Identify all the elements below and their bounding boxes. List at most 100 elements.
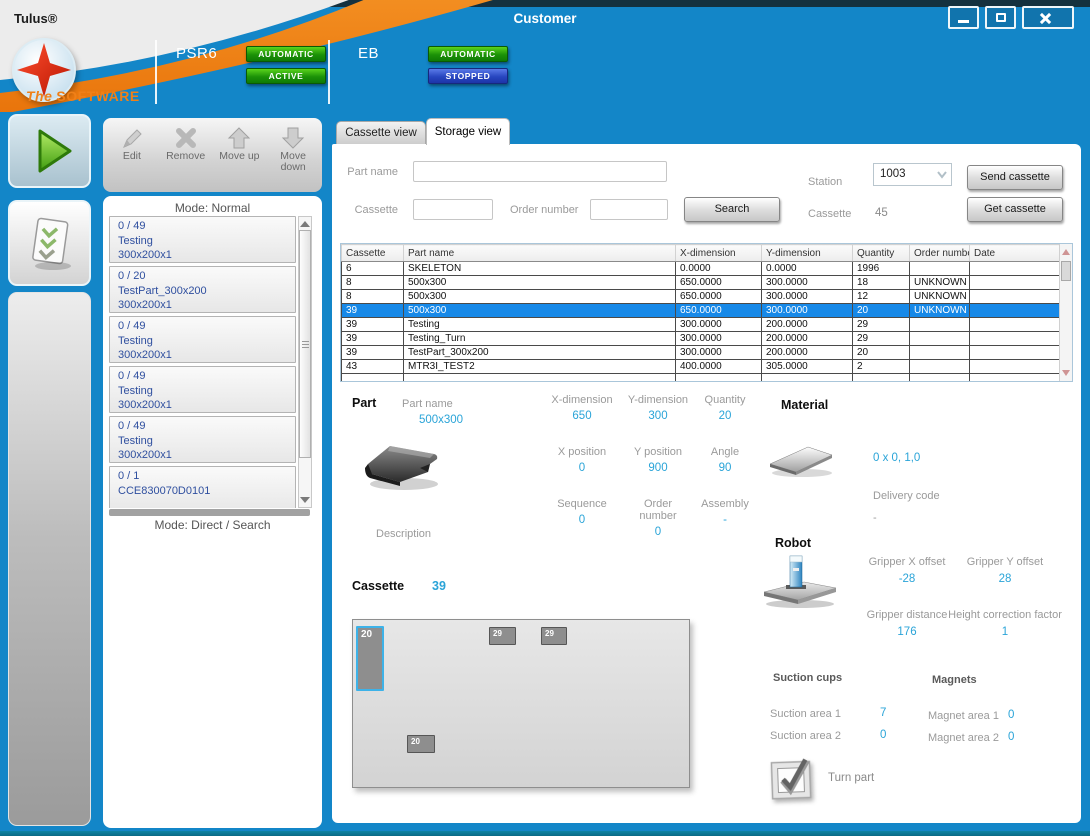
- side-panel-blank: [8, 292, 91, 826]
- parts-table: CassettePart nameX-dimensionY-dimensionQ…: [341, 244, 1061, 382]
- chevron-down-icon: [937, 171, 947, 179]
- list-item[interactable]: 0 / 49Testing300x200x1: [109, 416, 296, 463]
- scroll-up-icon[interactable]: [300, 221, 310, 227]
- job-list-icon: [23, 214, 77, 272]
- search-button[interactable]: Search: [684, 197, 780, 222]
- mode-direct-search-label: Mode: Direct / Search: [103, 518, 322, 532]
- column-header[interactable]: X-dimension: [676, 245, 762, 262]
- minimize-button[interactable]: [948, 6, 979, 29]
- part-field: Sequence0: [537, 498, 627, 534]
- part-section-title: Part: [352, 396, 376, 410]
- table-row[interactable]: 6SKELETON0.00000.00001996: [342, 262, 1061, 276]
- list-item[interactable]: 0 / 49Testing300x200x1: [109, 366, 296, 413]
- list-item[interactable]: 0 / 1CCE830070D0101: [109, 466, 296, 508]
- part-name-label: Part name: [332, 166, 398, 178]
- column-header[interactable]: Y-dimension: [762, 245, 853, 262]
- tab-storage-view[interactable]: Storage view: [426, 118, 510, 145]
- column-header[interactable]: Part name: [404, 245, 676, 262]
- brand-text: TheSOFTWARE: [26, 88, 140, 104]
- gripper-y-offset: Gripper Y offset28: [930, 556, 1080, 585]
- table-row-clipped[interactable]: [342, 374, 1061, 383]
- column-header[interactable]: Date: [970, 245, 1061, 262]
- station-value: 1003: [880, 168, 906, 180]
- start-button[interactable]: [8, 114, 91, 188]
- magnet-area1-value: 0: [1008, 709, 1014, 721]
- get-cassette-button[interactable]: Get cassette: [967, 197, 1063, 222]
- table-row[interactable]: 43MTR3I_TEST2400.0000305.00002: [342, 360, 1061, 374]
- turn-part-label: Turn part: [828, 772, 874, 784]
- pencil-icon: [107, 125, 157, 151]
- table-row[interactable]: 8500x300650.0000300.000018UNKNOWN: [342, 276, 1061, 290]
- part-field: Assembly-: [689, 498, 761, 534]
- close-button[interactable]: [1022, 6, 1074, 29]
- height-correction-factor: Height correction factor1: [930, 609, 1080, 638]
- cassette-part[interactable]: 29: [489, 627, 516, 645]
- part-field: Quantity20: [689, 394, 761, 430]
- remove-button[interactable]: Remove: [161, 125, 211, 192]
- cassette-label: Cassette: [332, 204, 398, 216]
- magnet-area2-label: Magnet area 2: [928, 732, 999, 744]
- send-cassette-button[interactable]: Send cassette: [967, 165, 1063, 190]
- scrollbar-thumb[interactable]: [1061, 261, 1071, 281]
- order-number-label: Order number: [510, 204, 578, 216]
- cassette-input[interactable]: [413, 199, 493, 220]
- cassette-layout-diagram: 20 29 29 20: [352, 619, 690, 788]
- magnet-area2-value: 0: [1008, 731, 1014, 743]
- part-detail-grid: X-dimension650Y-dimension300Quantity20X …: [537, 394, 761, 534]
- column-header[interactable]: Quantity: [853, 245, 910, 262]
- edit-button[interactable]: Edit: [107, 125, 157, 192]
- scroll-down-icon[interactable]: [300, 497, 310, 503]
- part-name-input[interactable]: [413, 161, 667, 182]
- queue-horizontal-scrollbar[interactable]: [109, 509, 310, 516]
- table-row[interactable]: 39Testing_Turn300.0000200.000029: [342, 332, 1061, 346]
- move-down-button[interactable]: Move down: [268, 125, 318, 192]
- table-row[interactable]: 39Testing300.0000200.000029: [342, 318, 1061, 332]
- description-label: Description: [376, 528, 431, 540]
- mode-normal-label: Mode: Normal: [103, 201, 322, 215]
- scrollbar-thumb[interactable]: [299, 230, 311, 458]
- queue-scrollbar[interactable]: [298, 216, 312, 508]
- window-controls: [948, 6, 1074, 29]
- title-bar: Tulus® Customer TheSOFTWARE PSR6 AUTOMAT…: [0, 0, 1090, 112]
- part-field: Y-dimension300: [627, 394, 689, 430]
- maximize-button[interactable]: [985, 6, 1016, 29]
- move-up-button[interactable]: Move up: [214, 125, 264, 192]
- list-item[interactable]: 0 / 49Testing300x200x1: [109, 316, 296, 363]
- cassette-part[interactable]: 29: [541, 627, 567, 645]
- part-field: Angle90: [689, 446, 761, 482]
- cassette-part[interactable]: 20: [407, 735, 435, 753]
- part-field: X position0: [537, 446, 627, 482]
- column-header[interactable]: Order numbe: [910, 245, 970, 262]
- queue-toolbar: Edit Remove Move up Move down: [103, 118, 322, 192]
- window-title: Customer: [0, 11, 1090, 26]
- column-header[interactable]: Cassette: [342, 245, 404, 262]
- magnets-title: Magnets: [932, 674, 977, 686]
- machine-name-eb: EB: [358, 45, 379, 62]
- cassette-part-selected[interactable]: 20: [356, 626, 384, 691]
- table-row[interactable]: 39TestPart_300x200300.0000200.000020: [342, 346, 1061, 360]
- cassette-number-value: 39: [432, 579, 446, 593]
- material-section-title: Material: [781, 398, 828, 412]
- station-select[interactable]: 1003: [873, 163, 952, 186]
- turn-part-checkbox[interactable]: [768, 754, 820, 809]
- table-scrollbar[interactable]: [1059, 244, 1072, 381]
- minimize-icon: [958, 20, 969, 23]
- status-badge-eb-state: STOPPED: [428, 68, 508, 84]
- queue-list: 0 / 49Testing300x200x10 / 20TestPart_300…: [109, 216, 296, 508]
- storage-view-panel: Part name Cassette Order number Search S…: [332, 144, 1081, 823]
- order-number-input[interactable]: [590, 199, 668, 220]
- table-row[interactable]: 8500x300650.0000300.000012UNKNOWN: [342, 290, 1061, 304]
- suction-cups-title: Suction cups: [773, 672, 842, 684]
- header-separator: [155, 40, 157, 104]
- table-row[interactable]: 39500x300650.0000300.000020UNKNOWN: [342, 304, 1061, 318]
- suction-area2-value: 0: [880, 729, 886, 741]
- list-item[interactable]: 0 / 20TestPart_300x200300x200x1: [109, 266, 296, 313]
- cassette-station-value: 45: [875, 207, 888, 219]
- scroll-up-icon[interactable]: [1062, 249, 1070, 255]
- checkmark-icon: [767, 753, 821, 805]
- job-list-button[interactable]: [8, 200, 91, 286]
- scroll-down-icon[interactable]: [1062, 370, 1070, 376]
- cassette-station-label: Cassette: [808, 208, 851, 220]
- list-item[interactable]: 0 / 49Testing300x200x1: [109, 216, 296, 263]
- tab-cassette-view[interactable]: Cassette view: [336, 121, 426, 144]
